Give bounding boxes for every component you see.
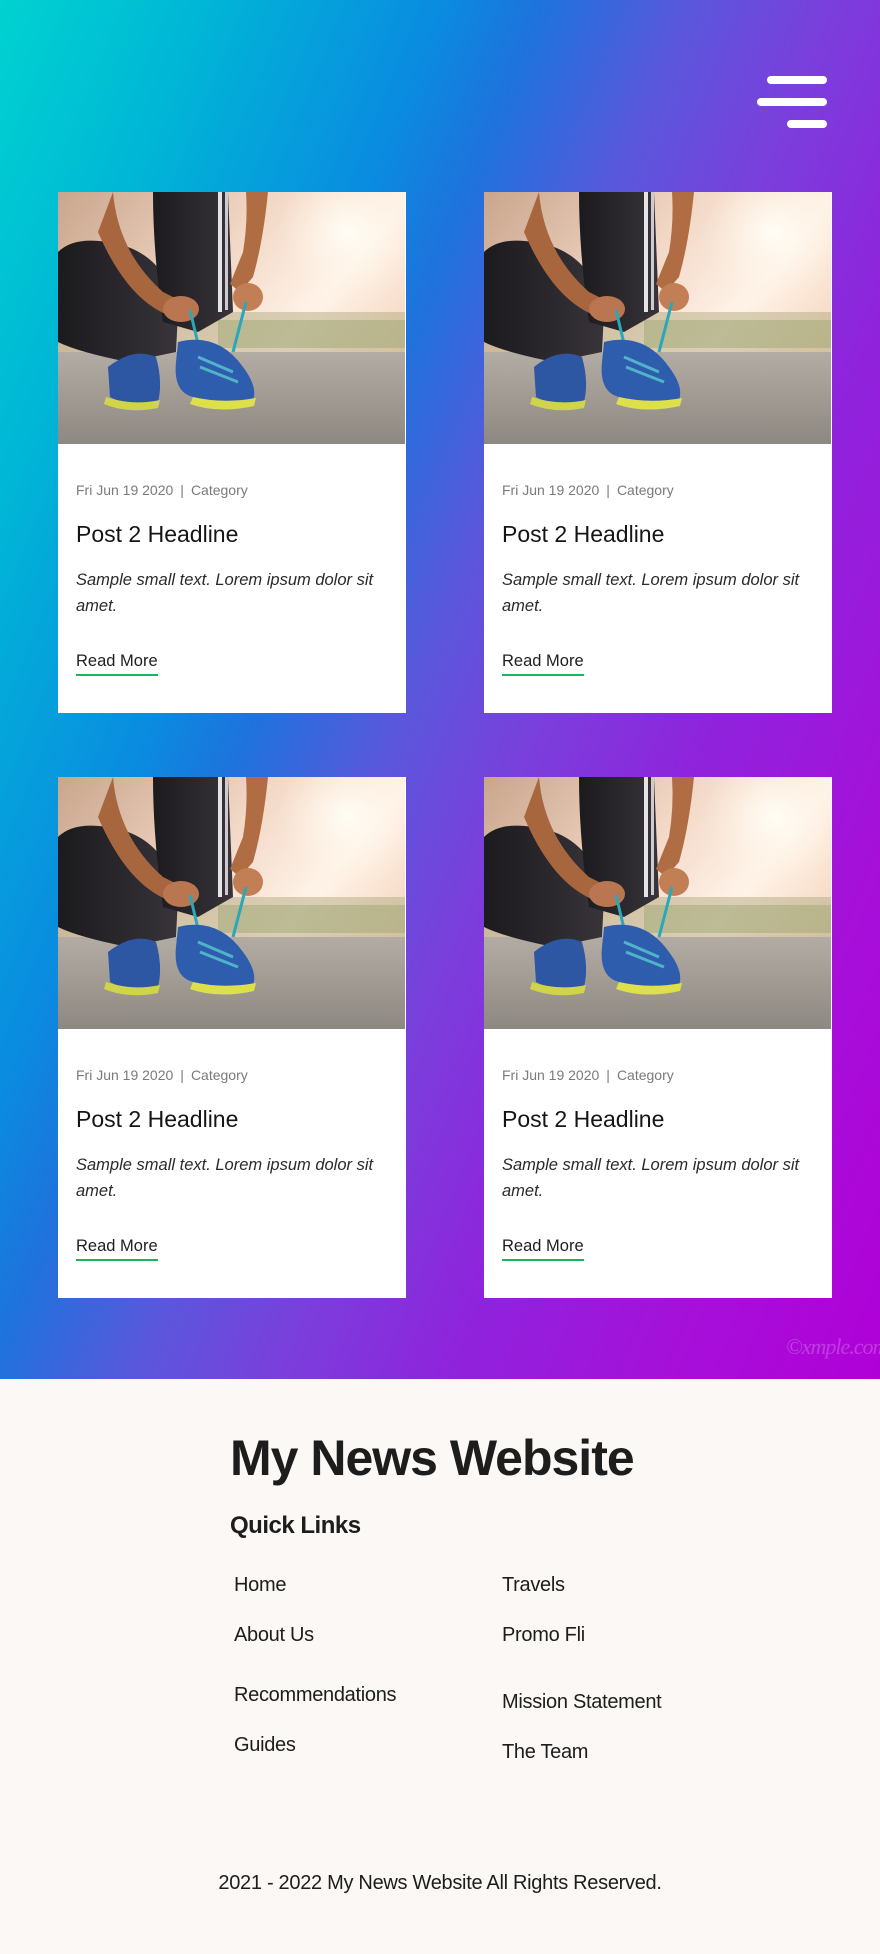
post-date: Fri Jun 19 2020 [502,1067,600,1083]
footer-link-recommendations[interactable]: Recommendations [234,1684,397,1707]
post-headline[interactable]: Post 2 Headline [76,521,238,548]
footer-link-mission-statement[interactable]: Mission Statement [502,1691,662,1714]
post-image[interactable] [58,192,405,444]
footer-link-guides[interactable]: Guides [234,1734,296,1757]
post-excerpt: Sample small text. Lorem ipsum dolor sit… [502,571,800,615]
read-more-link[interactable]: Read More [76,652,158,676]
post-image[interactable] [58,777,405,1029]
footer-link-about-us[interactable]: About Us [234,1624,314,1647]
menu-line [787,120,827,128]
post-card: Fri Jun 19 2020 | Category Post 2 Headline… [58,777,406,1298]
meta-separator: | [180,482,184,498]
post-category[interactable]: Category [617,1067,674,1083]
post-image[interactable] [484,777,831,1029]
post-card: Fri Jun 19 2020 | Category Post 2 Headline… [484,192,832,713]
read-more-link[interactable]: Read More [502,1237,584,1261]
read-more-link[interactable]: Read More [502,652,584,676]
site-title: My News Website [230,1430,635,1486]
menu-line [767,76,827,84]
post-category[interactable]: Category [617,482,674,498]
post-excerpt: Sample small text. Lorem ipsum dolor sit… [76,1156,374,1200]
footer-link-travels[interactable]: Travels [502,1574,565,1597]
post-category[interactable]: Category [191,482,248,498]
copyright-text: 2021 - 2022 My News Website All Rights R… [218,1872,662,1894]
post-date: Fri Jun 19 2020 [76,1067,174,1083]
hero-section: Fri Jun 19 2020 | Category Post 2 Headline… [0,0,880,1379]
post-excerpt: Sample small text. Lorem ipsum dolor sit… [76,571,374,615]
post-headline[interactable]: Post 2 Headline [502,521,664,548]
post-date: Fri Jun 19 2020 [76,482,174,498]
quick-links-heading: Quick Links [230,1512,361,1539]
post-headline[interactable]: Post 2 Headline [502,1106,664,1133]
meta-separator: | [180,1067,184,1083]
read-more-link[interactable]: Read More [76,1237,158,1261]
meta-separator: | [606,482,610,498]
meta-separator: | [606,1067,610,1083]
post-excerpt: Sample small text. Lorem ipsum dolor sit… [502,1156,800,1200]
hamburger-menu-icon[interactable] [757,74,827,130]
footer: My News Website Quick Links Home Travels… [0,1379,880,1954]
footer-link-home[interactable]: Home [234,1574,286,1597]
post-meta: Fri Jun 19 2020 | Category [76,482,248,498]
post-card: Fri Jun 19 2020 | Category Post 2 Headline… [58,192,406,713]
menu-line [757,98,827,106]
post-date: Fri Jun 19 2020 [502,482,600,498]
post-headline[interactable]: Post 2 Headline [76,1106,238,1133]
post-image[interactable] [484,192,831,444]
post-meta: Fri Jun 19 2020 | Category [502,482,674,498]
post-meta: Fri Jun 19 2020 | Category [502,1067,674,1083]
post-card: Fri Jun 19 2020 | Category Post 2 Headline… [484,777,832,1298]
footer-link-the-team[interactable]: The Team [502,1741,588,1764]
footer-link-promo[interactable]: Promo Fli [502,1624,585,1647]
post-category[interactable]: Category [191,1067,248,1083]
watermark: ©xmple.com [786,1334,880,1359]
post-meta: Fri Jun 19 2020 | Category [76,1067,248,1083]
